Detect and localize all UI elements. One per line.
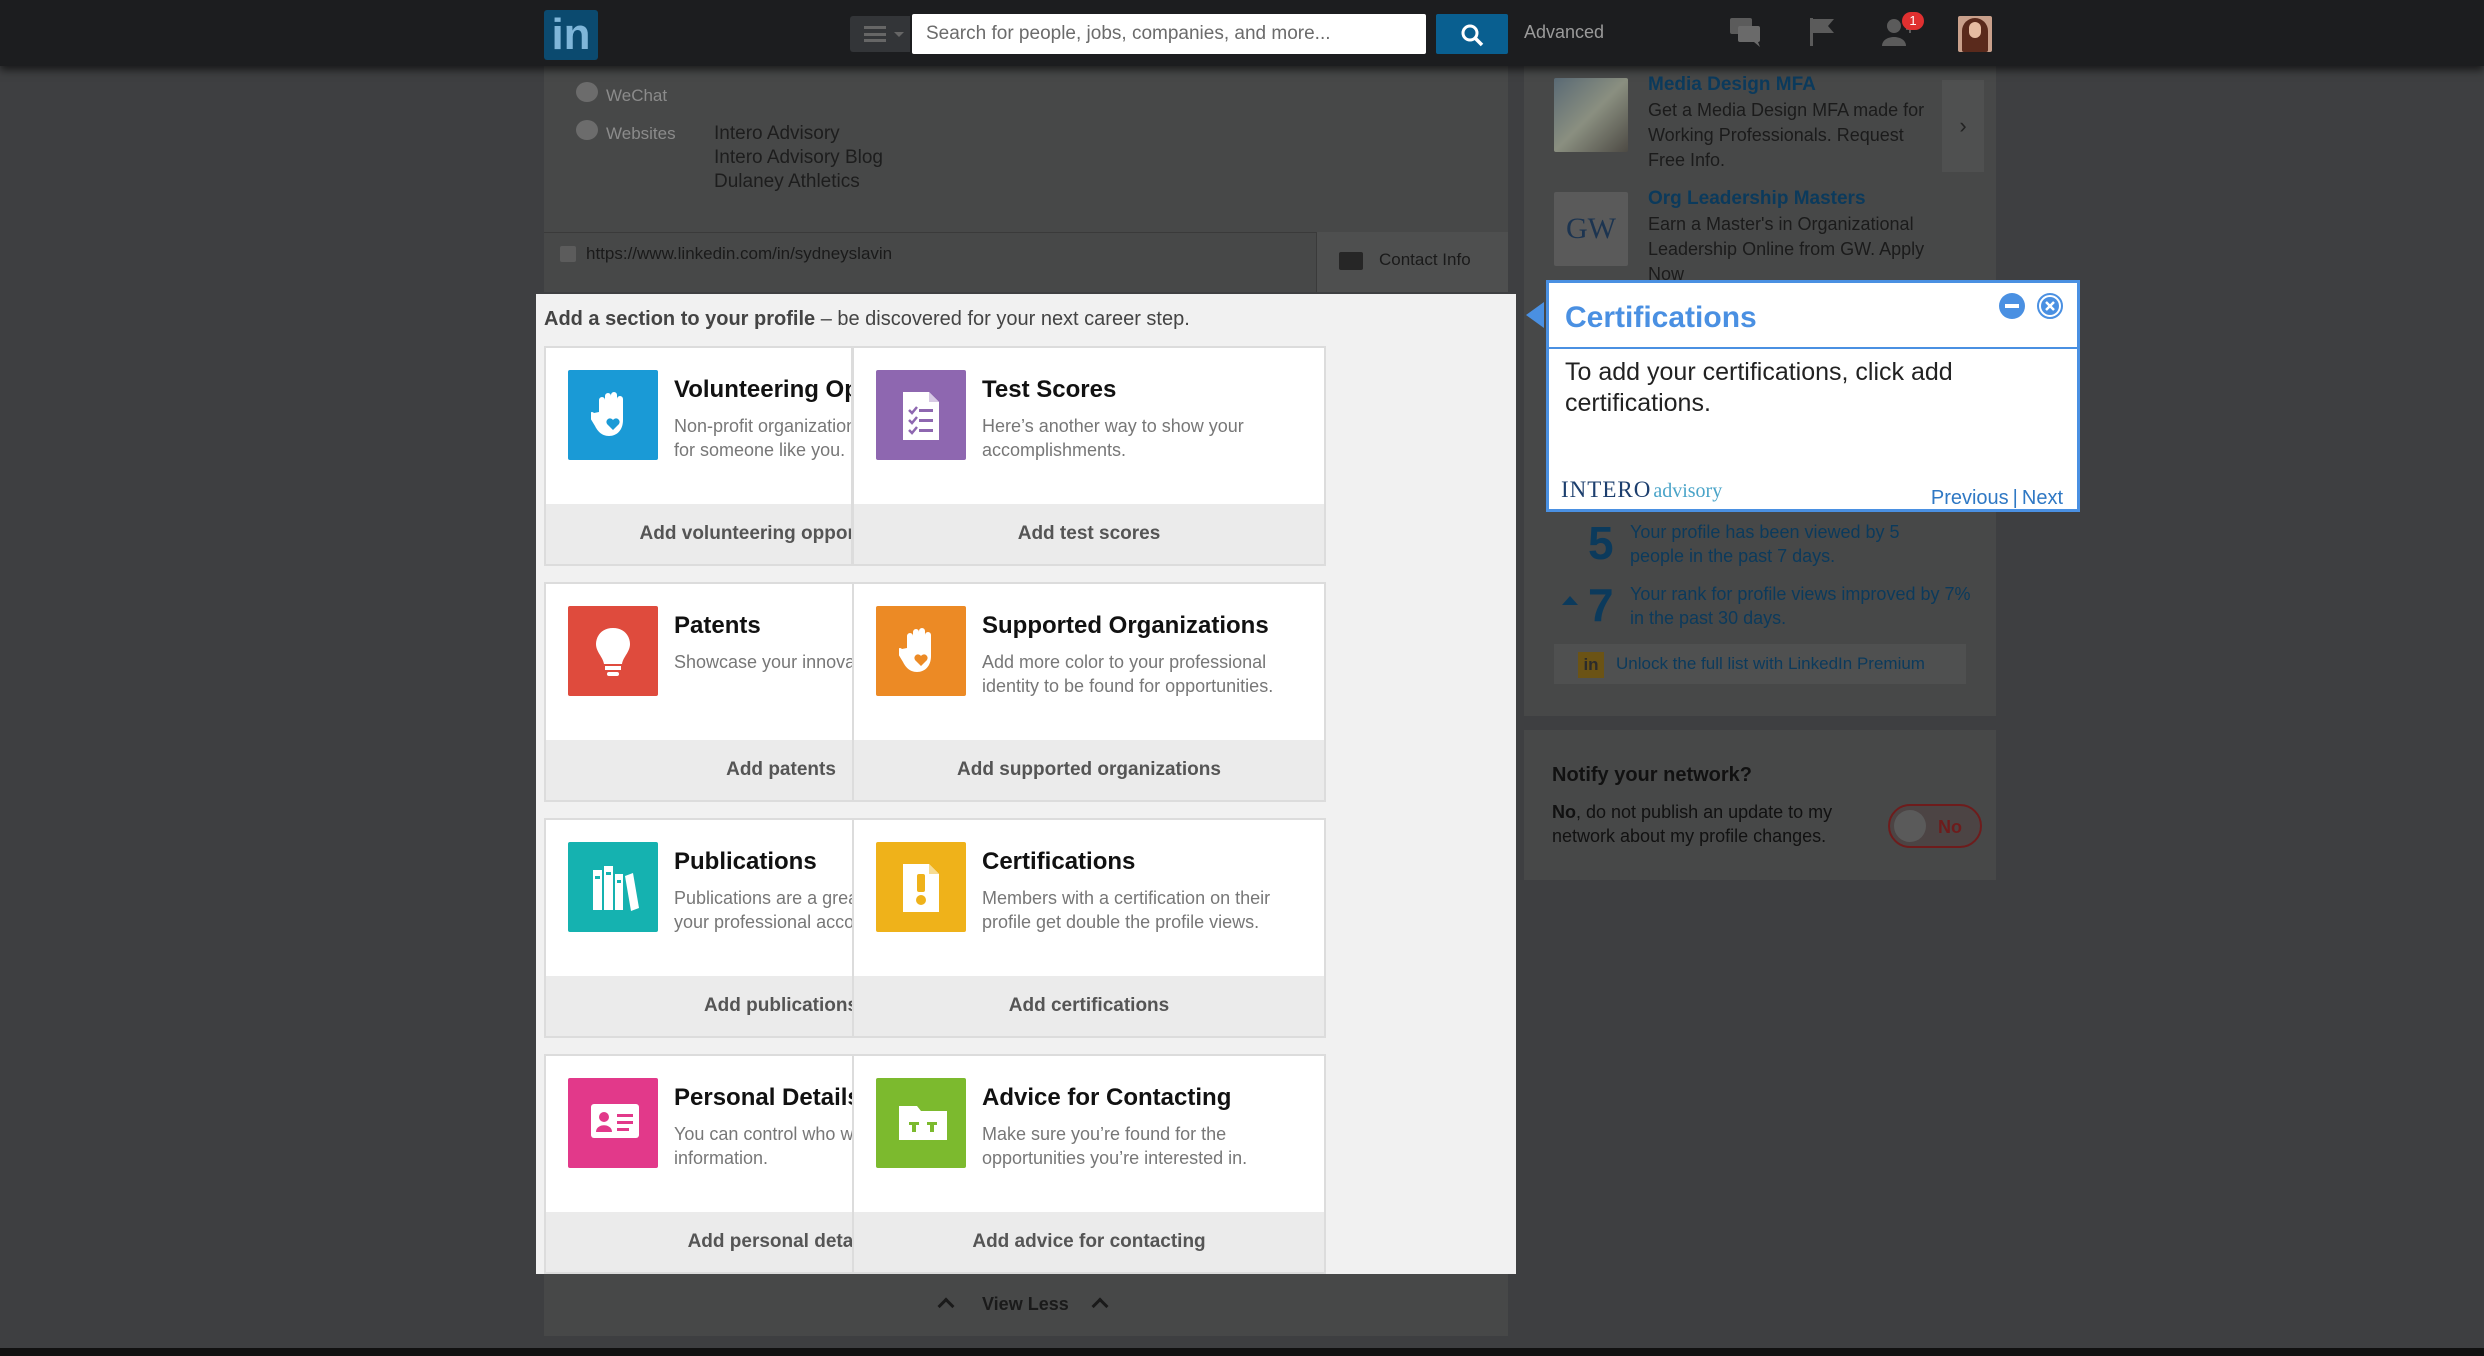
view-less-button[interactable]: View Less	[544, 1274, 1508, 1336]
add-section-header: Add a section to your profile – be disco…	[544, 308, 1190, 330]
toggle-label: No	[1938, 817, 1962, 837]
hand-heart-icon	[568, 370, 658, 460]
ad-title[interactable]: Org Leadership Masters	[1648, 188, 1866, 210]
search-icon	[1461, 24, 1484, 47]
rail-divider	[1524, 716, 1996, 726]
tooltip-body: To add your certifications, click add ce…	[1565, 358, 1953, 417]
close-icon[interactable]	[2037, 293, 2063, 319]
card-title: Advice for Contacting	[982, 1084, 1232, 1111]
card-title: Test Scores	[982, 376, 1117, 403]
tooltip-title: Certifications	[1565, 301, 1757, 334]
add-certifications-button[interactable]: Add certifications	[854, 976, 1324, 1036]
nav-separator: |	[2012, 487, 2018, 509]
wechat-label: WeChat	[606, 86, 668, 105]
advanced-search-link[interactable]: Advanced	[1524, 22, 1604, 43]
gw-logo[interactable]: GW	[1554, 192, 1628, 266]
website-link[interactable]: Intero Advisory	[714, 122, 840, 146]
add-section-panel: Add a section to your profile – be disco…	[536, 294, 1516, 1274]
previous-link[interactable]: Previous	[1931, 487, 2009, 509]
notify-description: No, do not publish an update to my netwo…	[1552, 802, 1833, 846]
avatar[interactable]	[1958, 16, 1992, 52]
premium-upsell-button[interactable]: in Unlock the full list with LinkedIn Pr…	[1554, 644, 1966, 684]
profile-views-count: 5	[1588, 517, 1614, 569]
card-description: Here’s another way to show your accompli…	[982, 416, 1244, 460]
website-link[interactable]: Dulaney Athletics	[714, 170, 860, 194]
globe-icon	[576, 120, 598, 140]
card-description: Members with a certification on their pr…	[982, 888, 1271, 932]
certificate-icon	[876, 842, 966, 932]
card-advice-for-contacting: Advice for Contacting Make sure you’re f…	[852, 1054, 1326, 1274]
view-less-label: View Less	[982, 1294, 1069, 1314]
card-title: Patents	[674, 612, 761, 639]
add-test-scores-button[interactable]: Add test scores	[854, 504, 1324, 564]
lightbulb-icon	[568, 606, 658, 696]
top-nav-bar: in Advanced 1	[0, 0, 2484, 66]
id-card-icon	[568, 1078, 658, 1168]
card-description: Make sure you’re found for the opportuni…	[982, 1124, 1248, 1168]
rank-text[interactable]: Your rank for profile views improved by …	[1630, 582, 1980, 630]
hand-heart-icon	[876, 606, 966, 696]
next-link[interactable]: Next	[2022, 487, 2063, 509]
card-test-scores: Test Scores Here’s another way to show y…	[852, 346, 1326, 566]
certifications-tooltip: Certifications To add your certification…	[1546, 280, 2080, 512]
website-link[interactable]: Intero Advisory Blog	[714, 146, 883, 170]
flag-icon[interactable]	[1806, 16, 1846, 52]
linkedin-premium-icon: in	[1578, 652, 1604, 678]
window-bottom-edge	[0, 1348, 2484, 1356]
notify-title: Notify your network?	[1552, 764, 1753, 786]
notify-toggle[interactable]: No	[1888, 804, 1982, 848]
card-title: Publications	[674, 848, 817, 875]
checklist-icon	[876, 370, 966, 460]
minimize-icon[interactable]	[1999, 293, 2025, 319]
profile-views-text[interactable]: Your profile has been viewed by 5 people…	[1630, 520, 1930, 568]
intero-advisory-logo: INTERO advisory	[1561, 477, 1723, 502]
menu-dropdown-button[interactable]	[850, 16, 910, 52]
wechat-icon	[576, 82, 598, 102]
tooltip-header: Certifications	[1549, 283, 2077, 349]
folder-icon	[1339, 252, 1363, 270]
ad-image[interactable]	[1554, 78, 1628, 152]
websites-label: Websites	[606, 124, 676, 143]
contact-info-button[interactable]: Contact Info	[1316, 232, 1508, 292]
card-certifications: Certifications Members with a certificat…	[852, 818, 1326, 1038]
profile-url[interactable]: https://www.linkedin.com/in/sydneyslavin	[586, 244, 892, 264]
card-title: Personal Details	[674, 1084, 861, 1111]
card-description: Add more color to your professional iden…	[982, 652, 1274, 696]
tooltip-navigation: Previous | Next	[1931, 487, 2063, 510]
ad-title[interactable]: Media Design MFA	[1648, 74, 1816, 96]
search-button[interactable]	[1436, 14, 1508, 54]
ad-next-button[interactable]: ›	[1942, 80, 1984, 172]
linkedin-logo[interactable]: in	[544, 10, 598, 60]
linkedin-small-icon	[560, 246, 576, 262]
menu-icon	[864, 26, 886, 42]
add-supported-organizations-button[interactable]: Add supported organizations	[854, 740, 1324, 800]
premium-label: Unlock the full list with LinkedIn Premi…	[1616, 654, 1925, 673]
contact-info-label: Contact Info	[1379, 250, 1471, 269]
card-title: Certifications	[982, 848, 1136, 875]
popup-pointer	[1526, 302, 1544, 328]
chevron-down-icon	[894, 32, 904, 37]
add-advice-for-contacting-button[interactable]: Add advice for contacting	[854, 1212, 1324, 1272]
ad-text: Get a Media Design MFA made for Working …	[1648, 100, 1925, 170]
card-supported-organizations: Supported Organizations Add more color t…	[852, 582, 1326, 802]
search-input[interactable]	[912, 14, 1426, 54]
ad-text: Earn a Master's in Organizational Leader…	[1648, 214, 1925, 280]
notification-badge: 1	[1902, 12, 1924, 30]
chevron-up-icon	[937, 1297, 955, 1315]
rank-count: 7	[1588, 579, 1614, 631]
folder-icon	[876, 1078, 966, 1168]
books-icon	[568, 842, 658, 932]
arrow-up-icon	[1562, 596, 1578, 605]
toggle-knob	[1894, 810, 1926, 842]
chevron-up-icon	[1091, 1297, 1109, 1315]
card-title: Supported Organizations	[982, 612, 1269, 639]
messages-icon[interactable]	[1728, 16, 1768, 52]
